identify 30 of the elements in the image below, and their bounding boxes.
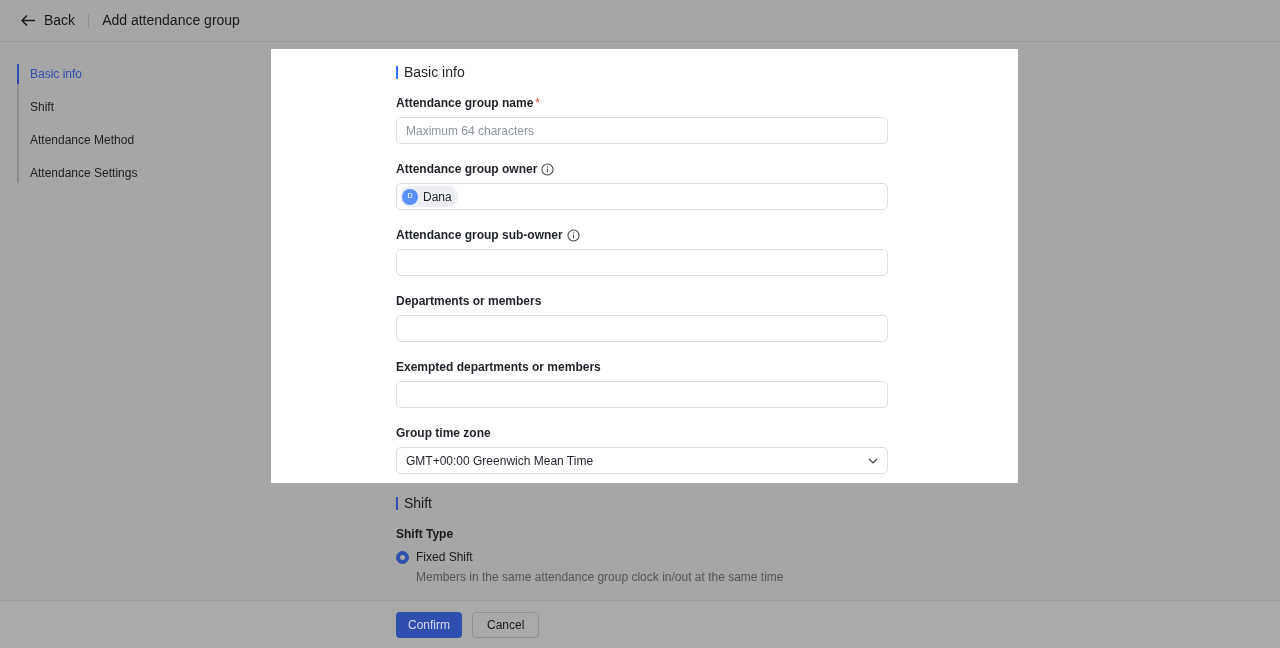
back-button[interactable]: Back [20, 10, 76, 31]
section-title: Shift [404, 493, 432, 513]
page-title: Add attendance group [102, 11, 240, 30]
text-field[interactable]: Maximum 64 characters [396, 117, 888, 144]
radio-label: Fixed Shift [416, 549, 473, 566]
info-icon [566, 228, 580, 242]
info-icon [541, 162, 555, 176]
section-title: Basic info [404, 62, 465, 82]
sidebar-item[interactable]: Attendance Settings [17, 163, 271, 183]
text-field[interactable] [396, 249, 888, 276]
required-mark: * [535, 95, 541, 112]
chevron-down-icon [868, 457, 878, 464]
field-label: Exempted departments or members [396, 359, 601, 376]
arrow-left-icon [20, 14, 36, 27]
field-label: Departments or members [396, 293, 542, 310]
timezone-select[interactable]: GMT+00:00 Greenwich Mean Time [396, 447, 888, 474]
text-field[interactable] [396, 315, 888, 342]
person-name: Dana [423, 188, 452, 206]
field-label: Attendance group owner [396, 161, 538, 178]
field-label: Shift Type [396, 526, 455, 543]
confirm-button[interactable]: Confirm [396, 611, 462, 638]
field-label: Attendance group name [396, 95, 534, 112]
option-description: Members in the same attendance group clock in/out at the same time [415, 569, 785, 586]
sidebar-item[interactable]: Shift [17, 97, 271, 117]
field-label: Attendance group sub-owner [396, 227, 563, 244]
text-field[interactable] [396, 381, 888, 408]
sidebar-item[interactable]: Attendance Method [17, 130, 271, 150]
field-label: Group time zone [396, 425, 491, 442]
cancel-button[interactable]: Cancel [472, 611, 540, 638]
radio-button[interactable] [396, 550, 409, 564]
